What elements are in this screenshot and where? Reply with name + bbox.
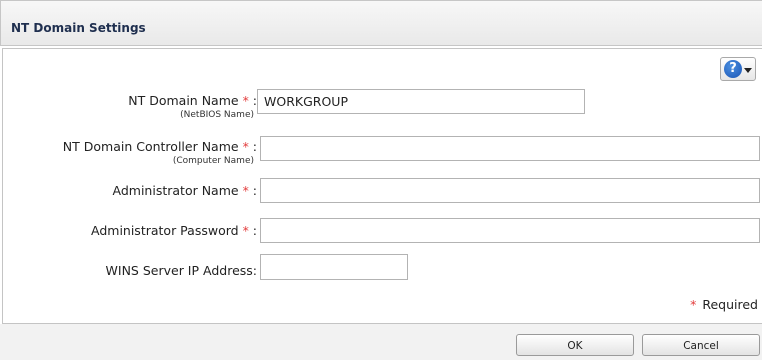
chevron-down-icon <box>744 68 752 73</box>
required-note: * Required <box>690 297 758 312</box>
dialog-title: NT Domain Settings <box>11 21 146 35</box>
required-marker: * <box>690 297 697 312</box>
nt-domain-settings-dialog: NT Domain Settings ? NT Domain Name * : … <box>0 0 762 360</box>
administrator-name-input[interactable] <box>260 178 760 203</box>
dialog-titlebar: NT Domain Settings <box>0 0 762 46</box>
wins-server-ip-input[interactable] <box>260 254 408 280</box>
nt-domain-controller-name-input[interactable] <box>260 136 760 161</box>
nt-domain-controller-name-label: NT Domain Controller Name * : <box>62 139 257 154</box>
ok-button[interactable]: OK <box>516 334 634 356</box>
cancel-button[interactable]: Cancel <box>642 334 760 356</box>
nt-domain-controller-name-sublabel: (Computer Name) <box>172 156 254 166</box>
wins-server-ip-label: WINS Server IP Address: <box>105 263 257 278</box>
administrator-password-label: Administrator Password * : <box>91 223 257 238</box>
administrator-password-input[interactable] <box>260 218 760 243</box>
help-button[interactable]: ? <box>720 57 756 81</box>
nt-domain-name-sublabel: (NetBIOS Name) <box>180 110 254 120</box>
question-circle-icon: ? <box>724 60 742 78</box>
nt-domain-name-label: NT Domain Name * : <box>128 93 257 108</box>
nt-domain-name-input[interactable] <box>257 89 585 114</box>
administrator-name-label: Administrator Name * : <box>112 183 257 198</box>
